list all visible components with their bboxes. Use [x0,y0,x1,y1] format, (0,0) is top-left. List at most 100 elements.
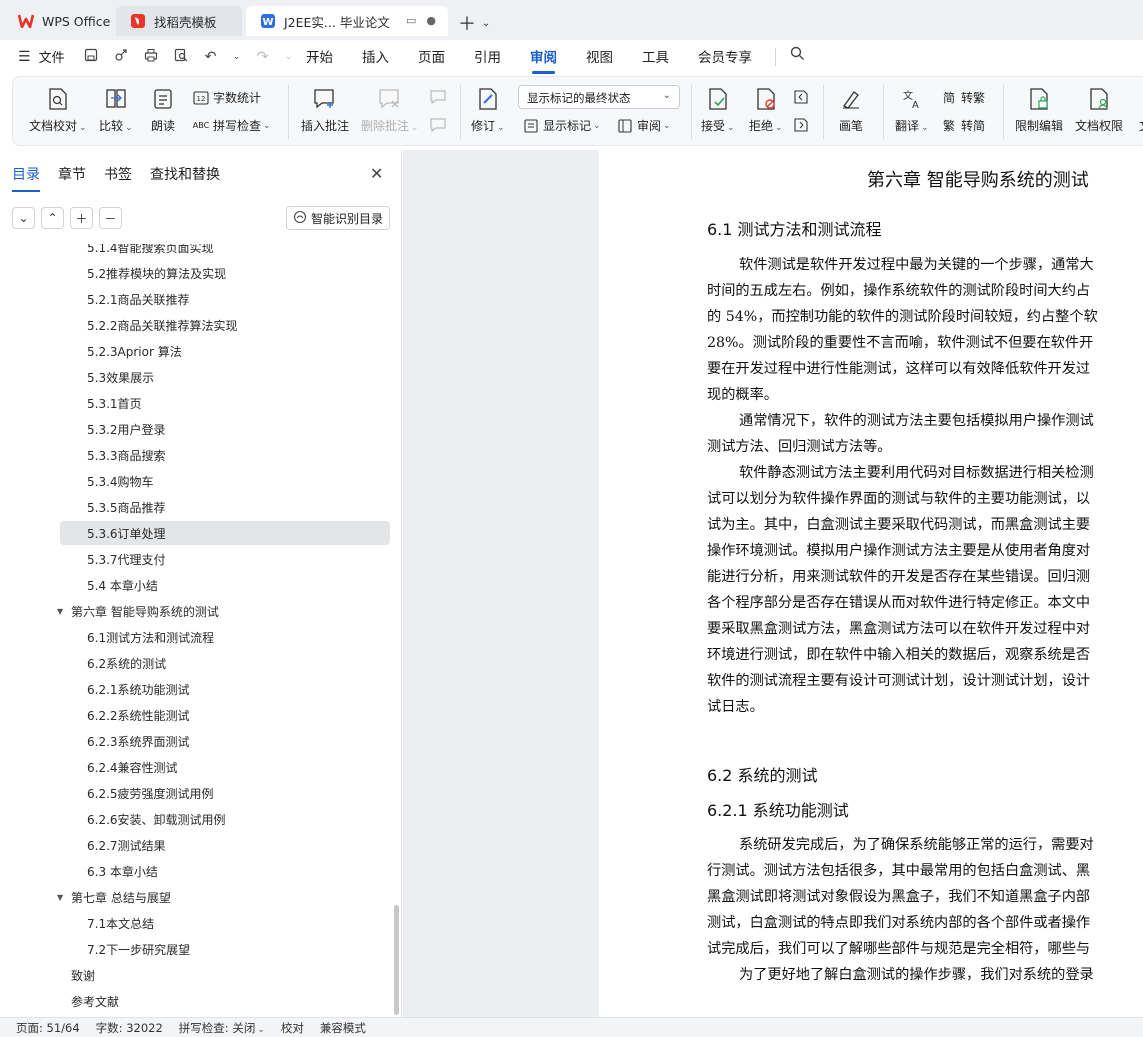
translate-button[interactable]: 文A 翻译 ⌄ [895,87,929,134]
toc-item[interactable]: 6.2.7测试结果 [60,833,390,857]
toc-chapter-item[interactable]: ▼ 第六章 智能导购系统的测试 [57,599,390,623]
tab-wps-office[interactable]: WPS Office [4,6,112,36]
toc-item[interactable]: 5.4 本章小结 [60,573,390,597]
toc-item[interactable]: 6.2.2系统性能测试 [60,703,390,727]
save-icon[interactable] [83,48,99,66]
spell-check-status[interactable]: 拼写检查: 关闭 ⌄ [179,1020,265,1036]
close-icon[interactable]: ✕ [370,164,383,183]
truncated-button[interactable]: 文 [1133,87,1143,134]
toc-item[interactable]: 5.2.3Aprior 算法 [60,339,390,363]
toc-item[interactable]: 5.3.5商品推荐 [60,495,390,519]
delete-comment-button[interactable]: 删除批注 ⌄ [361,87,419,134]
tab-review[interactable]: 审阅 [530,46,557,74]
export-icon[interactable] [113,48,129,66]
toc-item[interactable]: 5.3效果展示 [60,365,390,389]
tab-view[interactable]: 视图 [586,46,613,68]
hamburger-icon[interactable]: ☰ [18,49,31,65]
toc-item[interactable]: 致谢 [60,963,390,987]
expand-chevron-up-icon[interactable]: ⌃ [41,207,64,229]
tab-label: 找稻壳模板 [154,14,217,30]
tab-tools[interactable]: 工具 [642,46,669,68]
add-icon[interactable]: ＋ [70,207,93,229]
undo-icon[interactable]: ↶ [203,49,219,65]
undo-dropdown-icon[interactable]: ⌄ [233,52,241,62]
doc-permission-button[interactable]: 文档权限 [1075,87,1123,134]
show-markup-button[interactable]: 显示标记 ⌄ [523,117,601,134]
toc-item[interactable]: 6.2.4兼容性测试 [60,755,390,779]
nav-tab-find-replace[interactable]: 查找和替换 [150,164,220,184]
pen-button[interactable]: 画笔 [839,87,863,134]
search-icon[interactable] [790,46,805,65]
redo-dropdown-icon[interactable]: ⌄ [285,52,293,62]
toc-item[interactable]: 7.1本文总结 [60,911,390,935]
expand-triangle-icon[interactable]: ▼ [57,607,63,616]
to-traditional-button[interactable]: 简 转繁 [941,89,985,106]
track-changes-button[interactable]: 修订 ⌄ [471,87,505,134]
toc-item[interactable]: 5.2.2商品关联推荐算法实现 [60,313,390,337]
document-page[interactable]: 第六章 智能导购系统的测试 6.1 测试方法和测试流程 软件测试是软件开发过程中… [599,150,1143,1017]
toc-item[interactable]: 5.3.2用户登录 [60,417,390,441]
to-simplified-button[interactable]: 繁 转简 [941,117,985,134]
toc-item[interactable]: 6.2.6安装、卸载测试用例 [60,807,390,831]
toc-item[interactable]: 6.2.3系统界面测试 [60,729,390,753]
spell-check-button[interactable]: ABC 拼写检查 ⌄ [193,117,271,134]
redo-icon[interactable]: ↷ [255,49,271,65]
tab-reference[interactable]: 引用 [474,46,501,68]
toc-item[interactable]: 5.3.4购物车 [60,469,390,493]
nav-tab-bookmarks[interactable]: 书签 [104,164,132,184]
restrict-edit-button[interactable]: 限制编辑 [1015,87,1063,134]
nav-tab-sections[interactable]: 章节 [58,164,86,184]
review-pane-button[interactable]: 审阅 ⌄ [617,117,671,134]
reject-button[interactable]: 拒绝 ⌄ [749,87,783,134]
smart-toc-button[interactable]: 智能识别目录 [286,206,390,230]
unsaved-dot-icon[interactable]: ● [426,14,436,27]
next-change-icon[interactable] [793,117,809,133]
prev-change-icon[interactable] [793,89,809,105]
toc-item[interactable]: 5.3.3商品搜索 [60,443,390,467]
read-aloud-button[interactable]: 朗读 [151,87,175,134]
insert-comment-button[interactable]: 插入批注 [301,87,349,134]
toc-item[interactable]: 6.3 本章小结 [60,859,390,883]
proofread-status[interactable]: 校对 [281,1020,304,1036]
collapse-chevron-down-icon[interactable]: ⌄ [12,207,35,229]
print-preview-icon[interactable] [173,48,189,66]
tab-home[interactable]: 开始 [306,46,333,68]
toc-item[interactable]: 5.3.7代理支付 [60,547,390,571]
tab-docer-templates[interactable]: 找稻壳模板 [116,6,242,36]
doc-check-button[interactable]: 文档校对 ⌄ [29,87,87,134]
toc-item[interactable]: 6.2.5疲劳强度测试用例 [60,781,390,805]
page-indicator[interactable]: 页面: 51/64 [16,1020,80,1036]
nav-tab-toc[interactable]: 目录 [12,164,40,192]
expand-triangle-icon[interactable]: ▼ [57,893,63,902]
prev-comment-icon[interactable] [429,89,447,105]
toc-item[interactable]: 参考文献 [60,989,390,1013]
tab-member[interactable]: 会员专享 [698,46,752,68]
new-tab-button[interactable]: ＋ ⌄ [458,10,490,36]
toc-item[interactable]: 5.2推荐模块的算法及实现 [60,261,390,285]
print-icon[interactable] [143,48,159,66]
toc-scrollbar[interactable] [394,905,399,1015]
insert-comment-label: 插入批注 [301,119,350,133]
toc-item[interactable]: 5.3.6订单处理 [60,521,390,545]
compare-button[interactable]: 比较 ⌄ [99,87,133,134]
file-menu[interactable]: 文件 [39,47,65,66]
toc-item[interactable]: 6.2.1系统功能测试 [60,677,390,701]
toc-item[interactable]: 5.2.1商品关联推荐 [60,287,390,311]
toc-item[interactable]: 6.1测试方法和测试流程 [60,625,390,649]
next-comment-icon[interactable] [429,117,447,133]
toc-item[interactable]: 5.1.4智能搜索页面实现 [60,244,390,259]
toc-item[interactable]: 6.2系统的测试 [60,651,390,675]
tab-insert[interactable]: 插入 [362,46,389,68]
toc-item[interactable]: 7.2下一步研究展望 [60,937,390,961]
tab-current-document[interactable]: W J2EE实... 毕业论文 ▭ ● [246,6,448,36]
toc-chapter-item[interactable]: ▼ 第七章 总结与展望 [57,885,390,909]
markup-mode-select[interactable]: 显示标记的最终状态 ⌄ [518,85,680,109]
word-count-button[interactable]: 12 字数统计 [193,89,261,106]
remove-icon[interactable]: － [99,207,122,229]
tab-page[interactable]: 页面 [418,46,445,68]
pen-icon [839,87,863,111]
word-count-status[interactable]: 字数: 32022 [96,1020,163,1036]
screen-icon[interactable]: ▭ [406,14,416,27]
toc-item[interactable]: 5.3.1首页 [60,391,390,415]
accept-button[interactable]: 接受 ⌄ [701,87,735,134]
